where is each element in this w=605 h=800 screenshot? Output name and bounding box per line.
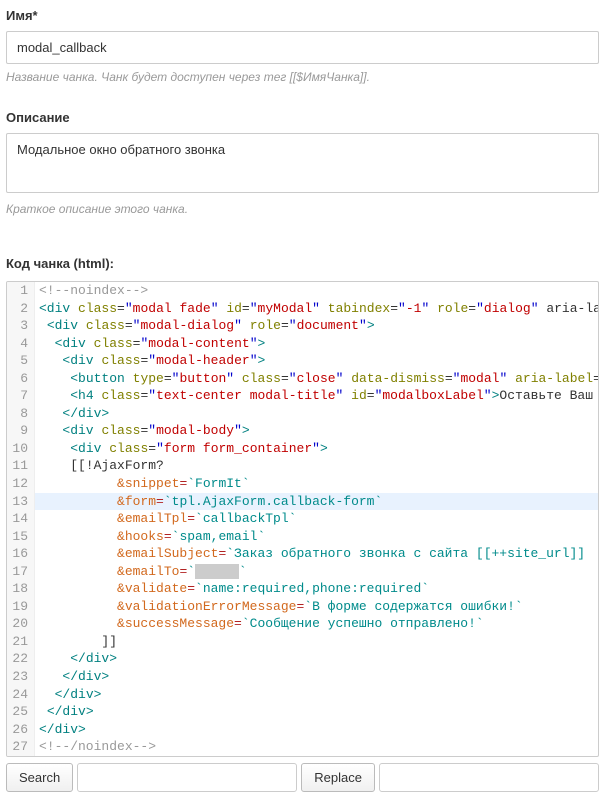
line-number: 24	[7, 686, 35, 704]
code-content: <div class="modal-dialog" role="document…	[35, 317, 375, 335]
code-content: <div class="modal-content">	[35, 335, 265, 353]
code-line[interactable]: 21 ]]	[7, 633, 598, 651]
code-content: </div>	[35, 405, 109, 423]
code-content: <div class="form form_container">	[35, 440, 328, 458]
description-help: Краткое описание этого чанка.	[6, 202, 599, 216]
code-content: &emailSubject=`Заказ обратного звонка с …	[35, 545, 585, 563]
line-number: 12	[7, 475, 35, 493]
code-line[interactable]: 9 <div class="modal-body">	[7, 422, 598, 440]
code-line[interactable]: 6 <button type="button" class="close" da…	[7, 370, 598, 388]
line-number: 16	[7, 545, 35, 563]
line-number: 22	[7, 650, 35, 668]
line-number: 20	[7, 615, 35, 633]
code-line[interactable]: 7 <h4 class="text-center modal-title" id…	[7, 387, 598, 405]
name-input[interactable]	[6, 31, 599, 64]
search-button[interactable]: Search	[6, 763, 73, 792]
code-line[interactable]: 16 &emailSubject=`Заказ обратного звонка…	[7, 545, 598, 563]
search-replace-toolbar: Search Replace	[6, 763, 599, 792]
code-line[interactable]: 13 &form=`tpl.AjaxForm.callback-form`	[7, 493, 598, 511]
code-content: <!--noindex-->	[35, 282, 148, 300]
code-editor[interactable]: 1<!--noindex-->2<div class="modal fade" …	[6, 281, 599, 757]
line-number: 26	[7, 721, 35, 739]
code-content: <div class="modal-body">	[35, 422, 250, 440]
replace-input[interactable]	[379, 763, 599, 792]
code-content: </div>	[35, 650, 117, 668]
line-number: 3	[7, 317, 35, 335]
line-number: 15	[7, 528, 35, 546]
name-help: Название чанка. Чанк будет доступен чере…	[6, 70, 599, 84]
line-number: 7	[7, 387, 35, 405]
code-content: <div class="modal fade" id="myModal" tab…	[35, 300, 598, 318]
code-line[interactable]: 26</div>	[7, 721, 598, 739]
line-number: 27	[7, 738, 35, 756]
code-content: </div>	[35, 703, 94, 721]
description-input[interactable]	[6, 133, 599, 193]
code-content: &validate=`name:required,phone:required`	[35, 580, 429, 598]
code-label: Код чанка (html):	[6, 256, 599, 271]
name-label: Имя*	[6, 8, 599, 23]
line-number: 5	[7, 352, 35, 370]
code-content: &form=`tpl.AjaxForm.callback-form`	[35, 493, 382, 511]
code-content: &snippet=`FormIt`	[35, 475, 250, 493]
description-label: Описание	[6, 110, 599, 125]
code-line[interactable]: 27<!--/noindex-->	[7, 738, 598, 756]
code-content: </div>	[35, 721, 86, 739]
line-number: 17	[7, 563, 35, 581]
code-content: &successMessage=`Сообщение успешно отпра…	[35, 615, 484, 633]
line-number: 18	[7, 580, 35, 598]
code-line[interactable]: 15 &hooks=`spam,email`	[7, 528, 598, 546]
code-line[interactable]: 25 </div>	[7, 703, 598, 721]
line-number: 6	[7, 370, 35, 388]
code-content: &hooks=`spam,email`	[35, 528, 265, 546]
code-line[interactable]: 11 [[!AjaxForm?	[7, 457, 598, 475]
code-content: ]]	[35, 633, 117, 651]
code-line[interactable]: 3 <div class="modal-dialog" role="docume…	[7, 317, 598, 335]
code-line[interactable]: 8 </div>	[7, 405, 598, 423]
line-number: 25	[7, 703, 35, 721]
search-input[interactable]	[77, 763, 297, 792]
code-content: <!--/noindex-->	[35, 738, 156, 756]
line-number: 4	[7, 335, 35, 353]
code-line[interactable]: 17 &emailTo=` `	[7, 563, 598, 581]
code-line[interactable]: 12 &snippet=`FormIt`	[7, 475, 598, 493]
code-content: <div class="modal-header">	[35, 352, 265, 370]
code-line[interactable]: 19 &validationErrorMessage=`В форме соде…	[7, 598, 598, 616]
code-line[interactable]: 20 &successMessage=`Сообщение успешно от…	[7, 615, 598, 633]
line-number: 2	[7, 300, 35, 318]
line-number: 8	[7, 405, 35, 423]
code-line[interactable]: 5 <div class="modal-header">	[7, 352, 598, 370]
code-line[interactable]: 24 </div>	[7, 686, 598, 704]
code-content: <button type="button" class="close" data…	[35, 370, 598, 388]
line-number: 9	[7, 422, 35, 440]
code-line[interactable]: 2<div class="modal fade" id="myModal" ta…	[7, 300, 598, 318]
code-line[interactable]: 10 <div class="form form_container">	[7, 440, 598, 458]
line-number: 14	[7, 510, 35, 528]
line-number: 21	[7, 633, 35, 651]
code-content: &emailTo=` `	[35, 563, 247, 581]
line-number: 19	[7, 598, 35, 616]
code-content: [[!AjaxForm?	[35, 457, 164, 475]
code-line[interactable]: 1<!--noindex-->	[7, 282, 598, 300]
code-content: &emailTpl=`callbackTpl`	[35, 510, 296, 528]
replace-button[interactable]: Replace	[301, 763, 375, 792]
code-content: </div>	[35, 686, 101, 704]
code-line[interactable]: 18 &validate=`name:required,phone:requir…	[7, 580, 598, 598]
code-line[interactable]: 4 <div class="modal-content">	[7, 335, 598, 353]
line-number: 1	[7, 282, 35, 300]
code-line[interactable]: 22 </div>	[7, 650, 598, 668]
code-content: &validationErrorMessage=`В форме содержа…	[35, 598, 523, 616]
code-line[interactable]: 14 &emailTpl=`callbackTpl`	[7, 510, 598, 528]
line-number: 13	[7, 493, 35, 511]
line-number: 11	[7, 457, 35, 475]
code-content: <h4 class="text-center modal-title" id="…	[35, 387, 593, 405]
line-number: 10	[7, 440, 35, 458]
